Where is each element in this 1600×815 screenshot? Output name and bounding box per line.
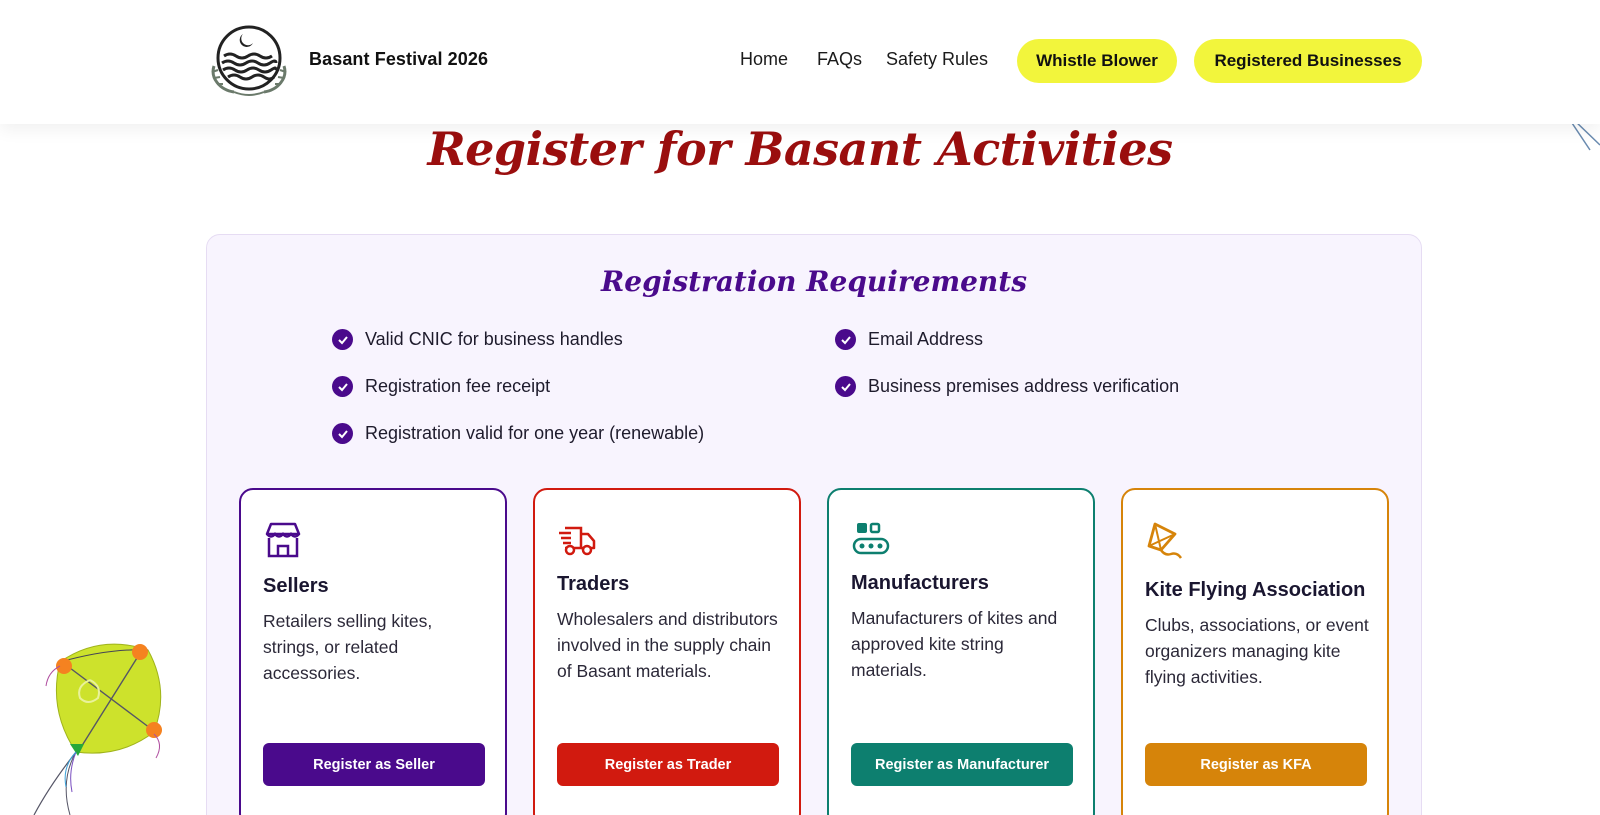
requirement-text: Valid CNIC for business handles (365, 329, 623, 349)
manufacturer-card: Manufacturers Manufacturers of kites and… (827, 488, 1095, 815)
seller-card: Sellers Retailers selling kites, strings… (239, 488, 507, 815)
nav-home-link[interactable]: Home (740, 49, 788, 70)
store-icon (265, 522, 301, 558)
register-kfa-button[interactable]: Register as KFA (1145, 743, 1367, 786)
whistle-blower-button[interactable]: Whistle Blower (1017, 39, 1177, 83)
card-title: Sellers (263, 575, 329, 597)
requirement-text: Email Address (868, 329, 984, 349)
registration-panel: Registration Requirements Valid CNIC for… (206, 234, 1422, 815)
site-title[interactable]: Basant Festival 2026 (309, 49, 488, 70)
kfa-card: Kite Flying Association Clubs, associati… (1121, 488, 1389, 815)
nav-safety-rules-link[interactable]: Safety Rules (886, 49, 988, 70)
card-description: Wholesalers and distributors involved in… (557, 609, 778, 681)
check-circle-icon (332, 376, 353, 397)
site-header: Basant Festival 2026 Home FAQs Safety Ru… (0, 0, 1600, 124)
check-circle-icon (835, 376, 856, 397)
requirement-item: Registration fee receipt (332, 376, 550, 397)
card-description: Retailers selling kites, strings, or rel… (263, 611, 433, 683)
card-title: Manufacturers (851, 572, 989, 594)
trader-card: Traders Wholesalers and distributors inv… (533, 488, 801, 815)
nav-faqs-link[interactable]: FAQs (817, 49, 862, 70)
page-title: Register for Basant Activities (427, 122, 1173, 176)
requirement-item: Business premises address verification (835, 376, 1179, 397)
card-description: Clubs, associations, or event organizers… (1145, 615, 1369, 687)
requirement-item: Registration valid for one year (renewab… (332, 423, 704, 444)
requirement-text: Registration valid for one year (renewab… (365, 423, 705, 443)
requirements-title: Registration Requirements (601, 265, 1027, 298)
government-emblem-logo[interactable] (206, 22, 292, 98)
card-description: Manufacturers of kites and approved kite… (851, 608, 1058, 680)
registered-businesses-button[interactable]: Registered Businesses (1194, 39, 1422, 83)
check-circle-icon (332, 423, 353, 444)
requirement-item: Valid CNIC for business handles (332, 329, 623, 350)
kite-icon (1147, 522, 1183, 559)
check-circle-icon (332, 329, 353, 350)
requirement-item: Email Address (835, 329, 983, 350)
register-seller-button[interactable]: Register as Seller (263, 743, 485, 786)
requirement-text: Business premises address verification (868, 376, 1180, 396)
kite-decoration-icon (33, 643, 162, 815)
check-circle-icon (835, 329, 856, 350)
factory-icon (852, 522, 890, 555)
register-manufacturer-button[interactable]: Register as Manufacturer (851, 743, 1073, 786)
card-title: Kite Flying Association (1145, 579, 1366, 601)
card-title: Traders (557, 573, 630, 595)
truck-icon (559, 526, 596, 556)
requirement-text: Registration fee receipt (365, 376, 551, 396)
register-trader-button[interactable]: Register as Trader (557, 743, 779, 786)
